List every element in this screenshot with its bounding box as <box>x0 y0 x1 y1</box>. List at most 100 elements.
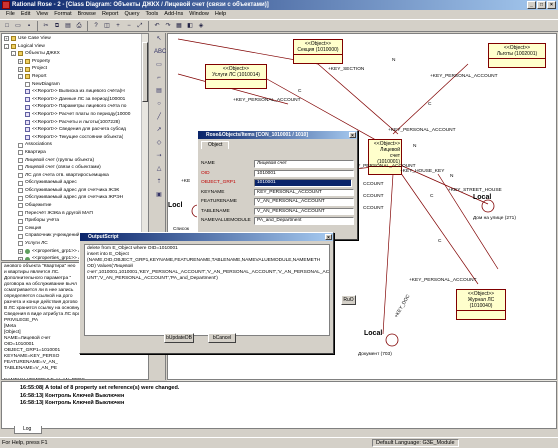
sql-close-icon[interactable]: × <box>325 233 332 240</box>
tree-item[interactable]: Обслуживаемый адрес <box>2 179 148 187</box>
class-services[interactable]: <<Object>> Услуги ЛС (1010014) <box>205 64 267 89</box>
field-value-input[interactable]: KEY_PERSONAL_ACCOUNT <box>254 188 354 196</box>
tree-item[interactable]: - Объекты ДЖКХ <box>2 50 148 58</box>
menu-item[interactable]: Report <box>102 10 119 19</box>
tree-item[interactable]: + Project <box>2 65 148 73</box>
tree-item[interactable]: + Use Case View <box>2 35 148 43</box>
field-value-input[interactable]: V_AN_PERSONAL_ACCOUNT <box>254 207 354 215</box>
class-journal[interactable]: <<Object>> Журнал ЛС (1010040) <box>456 289 506 320</box>
menu-item[interactable]: Tools <box>145 10 158 19</box>
class-privileges[interactable]: <<Object>> Льготы (1002001) <box>488 43 546 68</box>
field-value-input[interactable]: 1010001 <box>254 169 354 177</box>
tree-item[interactable]: <<Report>> Расчет платы по периоду(10000 <box>2 111 148 119</box>
sql-text-area[interactable]: delete from E_Object where OID=1010001 in… <box>84 244 330 336</box>
field-value-input[interactable]: V_AN_PERSONAL_ACCOUNT <box>254 198 354 206</box>
tree-item[interactable]: <<Report>> Расчеты и льготы(1007228) <box>2 119 148 127</box>
tab-log[interactable]: Log <box>14 426 42 434</box>
select-tool-icon[interactable]: ↖ <box>154 34 164 44</box>
generalization-tool-icon[interactable]: △ <box>154 164 164 174</box>
expand-icon[interactable]: + <box>18 59 23 65</box>
tree-item[interactable]: NewDiagram <box>2 81 148 89</box>
class-section[interactable]: <<Object>> Секция (1010000) <box>293 39 343 64</box>
minimize-button[interactable]: _ <box>527 1 536 9</box>
redo-icon[interactable]: ↷ <box>163 21 173 31</box>
menu-item[interactable]: Browse <box>78 10 96 19</box>
menu-item[interactable]: Add-Ins <box>164 10 183 19</box>
tree-item[interactable]: Квартира <box>2 149 148 157</box>
expand-icon[interactable]: + <box>18 256 23 260</box>
realize-tool-icon[interactable]: ⇡ <box>154 177 164 187</box>
fit-icon[interactable]: ⤢ <box>135 21 145 31</box>
uni-association-tool-icon[interactable]: ↗ <box>154 125 164 135</box>
package-tool-icon[interactable]: ▣ <box>154 190 164 200</box>
zoom-out-icon[interactable]: − <box>124 21 134 31</box>
tree-item[interactable]: Приборы учёта <box>2 217 148 225</box>
tree-item[interactable]: Обслуживаемый адрес для счетчика ЖРЭН <box>2 194 148 202</box>
output-script-dialog[interactable]: OutputScript × delete from E_Object wher… <box>79 232 334 354</box>
paste-icon[interactable]: ▤ <box>63 21 73 31</box>
menu-item[interactable]: View <box>36 10 48 19</box>
tree-item[interactable]: - Logical View <box>2 43 148 51</box>
menu-item[interactable]: Window <box>189 10 209 19</box>
expand-icon[interactable]: + <box>18 66 23 72</box>
tree-item[interactable]: Associations <box>2 141 148 149</box>
class-personal-account[interactable]: <<Object>> Лицевой счет (1010001) <box>368 139 402 175</box>
expand-icon[interactable]: + <box>4 36 9 42</box>
print-icon[interactable]: ⎙ <box>74 21 84 31</box>
undo-icon[interactable]: ↶ <box>152 21 162 31</box>
deployment-icon[interactable]: ◈ <box>196 21 206 31</box>
props-dialog-title[interactable]: Rose&Objects/Items [CON_1010001 / 1010] … <box>198 131 357 139</box>
props-close-icon[interactable]: × <box>349 131 356 138</box>
menu-item[interactable]: Format <box>54 10 71 19</box>
dependency-tool-icon[interactable]: ⇢ <box>154 151 164 161</box>
field-value-input[interactable]: 1010001 <box>254 179 352 187</box>
field-value-input[interactable]: Лицевой счет <box>254 160 354 168</box>
open-icon[interactable]: ▭ <box>13 21 23 31</box>
sql-dialog-title[interactable]: OutputScript × <box>80 233 333 241</box>
tree-item[interactable]: Лицевой счет (связи с объектами) <box>2 164 148 172</box>
collapse-icon[interactable]: - <box>11 51 16 57</box>
menu-item[interactable]: Edit <box>21 10 30 19</box>
tree-item[interactable]: + Property <box>2 58 148 66</box>
field-value-input[interactable]: PA_and_Department <box>254 217 354 225</box>
save-icon[interactable]: ▪ <box>24 21 34 31</box>
help-icon[interactable]: ? <box>91 21 101 31</box>
component-icon[interactable]: ◧ <box>185 21 195 31</box>
collapse-icon[interactable]: - <box>4 43 9 49</box>
tree-item[interactable]: <<Report>> Выписка из лицевого счёта(Н <box>2 88 148 96</box>
browser-scrollbar[interactable] <box>141 34 148 260</box>
props-ok-button[interactable]: RuO <box>341 295 356 305</box>
update-db-button[interactable]: bUpdateDB <box>164 333 194 343</box>
object-properties-dialog[interactable]: Rose&Objects/Items [CON_1010001 / 1010] … <box>197 130 358 305</box>
browse-icon[interactable]: ◫ <box>102 21 112 31</box>
model-browser[interactable]: + Use Case View - Logical View - Объекты ДЖКХ… <box>1 33 149 261</box>
tree-item[interactable]: Обслуживаемый адрес для счетчика ЖЭК <box>2 187 148 195</box>
expand-icon[interactable]: + <box>18 248 23 254</box>
tree-item[interactable]: <<Report>> Параметры лицевого счёта по <box>2 103 148 111</box>
menu-item[interactable]: File <box>6 10 15 19</box>
tree-item[interactable]: Общежитие <box>2 202 148 210</box>
title-bar[interactable]: Rational Rose - 2 - [Class Diagram: Объе… <box>0 0 558 10</box>
cut-icon[interactable]: ✂ <box>41 21 51 31</box>
menu-item[interactable]: Query <box>124 10 139 19</box>
interface-tool-icon[interactable]: ○ <box>154 99 164 109</box>
new-icon[interactable]: □ <box>2 21 12 31</box>
tab-object[interactable]: Object <box>201 141 230 149</box>
note-tool-icon[interactable]: ▭ <box>154 60 164 70</box>
aggregation-tool-icon[interactable]: ◇ <box>154 138 164 148</box>
tree-item[interactable]: <<Report>> Данные ЛС за период(100001 <box>2 96 148 104</box>
collapse-icon[interactable]: - <box>18 74 23 80</box>
text-tool-icon[interactable]: ABC <box>154 47 166 57</box>
class-tool-icon[interactable]: ▤ <box>154 86 164 96</box>
log-window[interactable]: 16:55:08| A total of 8 property set refe… <box>1 381 557 429</box>
close-button[interactable]: × <box>547 1 556 9</box>
tree-item[interactable]: ЛС для счета отв. квартиросъемщика <box>2 172 148 180</box>
zoom-in-icon[interactable]: + <box>113 21 123 31</box>
tree-item[interactable]: Пересчёт ЖЭКа в другой МАП <box>2 210 148 218</box>
maximize-button[interactable]: □ <box>537 1 546 9</box>
tree-item[interactable]: Лицевой счет (группы объекта) <box>2 157 148 165</box>
tree-item[interactable]: <<Report>> Сведения для расчета субсид <box>2 126 148 134</box>
copy-icon[interactable]: ⧉ <box>52 21 62 31</box>
menu-item[interactable]: Help <box>215 10 226 19</box>
tree-item[interactable]: <<Report>> Текущее состояние объекта( <box>2 134 148 142</box>
